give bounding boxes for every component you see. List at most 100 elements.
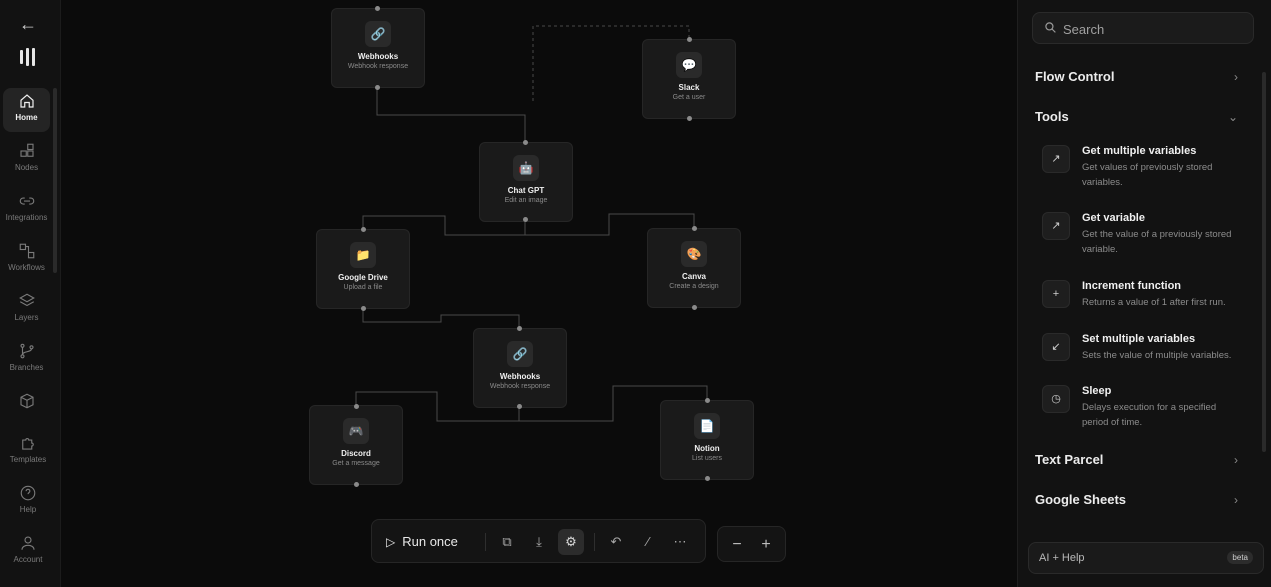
sidebar-item-label: Layers bbox=[14, 313, 39, 322]
sidebar-item-label: Integrations bbox=[5, 213, 48, 222]
run-once-button[interactable]: ▷ Run once bbox=[386, 531, 458, 553]
search-input[interactable] bbox=[1063, 19, 1243, 39]
tool-title: Get variable bbox=[1082, 212, 1145, 224]
ai-help-button[interactable]: AI + Help beta bbox=[1028, 542, 1264, 574]
zoom-controls: − + bbox=[717, 526, 786, 562]
arrow-up-right-icon: ↗ bbox=[1042, 145, 1070, 173]
node-canva[interactable]: 🎨 Canva Create a design bbox=[647, 228, 741, 308]
connector-handle[interactable] bbox=[705, 398, 710, 403]
undo-icon[interactable]: ↶ bbox=[603, 529, 629, 555]
link-icon bbox=[19, 197, 34, 205]
node-title: Canva bbox=[681, 272, 706, 281]
connector-handle[interactable] bbox=[375, 85, 380, 90]
arrow-left-icon[interactable]: ← bbox=[16, 13, 40, 35]
link-icon: 🔗 bbox=[365, 21, 391, 47]
sidebar-item-branches[interactable]: Branches bbox=[3, 338, 50, 382]
sidebar-item-nodes[interactable]: Nodes bbox=[3, 138, 50, 182]
sidebar-item-account[interactable]: Account bbox=[6, 534, 50, 564]
connector-handle[interactable] bbox=[523, 217, 528, 222]
folder-icon: 📁 bbox=[350, 242, 376, 268]
node-title: Chat GPT bbox=[507, 186, 545, 195]
download-icon[interactable]: ⤓ bbox=[526, 529, 552, 555]
connector-handle[interactable] bbox=[687, 116, 692, 121]
link-icon: 🔗 bbox=[507, 341, 533, 367]
workflow-canvas[interactable]: 🔗 Webhooks Webhook response 💬 Slack Get … bbox=[62, 0, 1017, 587]
magic-wand-icon[interactable]: ⁄ bbox=[635, 529, 661, 555]
section-label: Tools bbox=[1035, 109, 1069, 124]
palette-icon: 🎨 bbox=[681, 241, 707, 267]
node-discord[interactable]: 🎮 Discord Get a message bbox=[309, 405, 403, 485]
bars-logo-icon bbox=[18, 46, 40, 68]
robot-icon: 🤖 bbox=[513, 155, 539, 181]
node-subtitle: List users bbox=[692, 455, 722, 462]
bottom-toolbar: ▷ Run once ⧉ ⤓ ⚙ ↶ ⁄ ⋯ bbox=[371, 519, 706, 563]
connector-handle[interactable] bbox=[705, 476, 710, 481]
sidebar-item-workflows[interactable]: Workflows bbox=[3, 238, 50, 282]
tool-description: Delays execution for a specified period … bbox=[1082, 402, 1217, 428]
left-sidebar: ← Home Nodes Integrations Workflows Laye… bbox=[0, 0, 61, 587]
sidebar-item-label: Help bbox=[19, 505, 37, 514]
sidebar-item-templates[interactable]: Templates bbox=[6, 434, 50, 464]
connector-handle[interactable] bbox=[517, 404, 522, 409]
node-subtitle: Get a message bbox=[332, 460, 380, 467]
node-notion[interactable]: 📄 Notion List users bbox=[660, 400, 754, 480]
puzzle-icon bbox=[22, 438, 34, 450]
arrow-down-left-icon: ↙ bbox=[1042, 333, 1070, 361]
sidebar-item-integrations[interactable]: Integrations bbox=[3, 188, 50, 232]
sidebar-scrollbar[interactable] bbox=[53, 88, 57, 273]
section-label: Flow Control bbox=[1035, 69, 1115, 84]
section-label: Google Sheets bbox=[1035, 492, 1127, 507]
node-title: Webhooks bbox=[357, 52, 399, 61]
section-flow-control[interactable]: Flow Control › bbox=[1035, 67, 1238, 87]
tool-description: Get values of previously stored variable… bbox=[1082, 162, 1213, 188]
tool-title: Set multiple variables bbox=[1082, 333, 1196, 345]
sidebar-item-help[interactable]: Help bbox=[6, 484, 50, 514]
tool-title: Get multiple variables bbox=[1082, 145, 1197, 157]
plus-icon: + bbox=[1042, 280, 1070, 308]
sidebar-item-label: Account bbox=[13, 555, 43, 564]
node-title: Webhooks bbox=[499, 372, 541, 381]
panel-scrollbar[interactable] bbox=[1262, 72, 1266, 452]
node-slack[interactable]: 💬 Slack Get a user bbox=[642, 39, 736, 119]
connector-handle[interactable] bbox=[692, 305, 697, 310]
ai-help-label: AI + Help bbox=[1039, 552, 1085, 564]
connector-handle[interactable] bbox=[692, 226, 697, 231]
node-chat-gpt[interactable]: 🤖 Chat GPT Edit an image bbox=[479, 142, 573, 222]
connector-handle[interactable] bbox=[354, 482, 359, 487]
section-google-sheets[interactable]: Google Sheets › bbox=[1035, 490, 1238, 510]
node-subtitle: Get a user bbox=[672, 94, 706, 101]
connector-handle[interactable] bbox=[361, 306, 366, 311]
sidebar-item-layers[interactable]: Layers bbox=[3, 288, 50, 332]
clock-icon: ◷ bbox=[1042, 385, 1070, 413]
copy-icon[interactable]: ⧉ bbox=[494, 529, 520, 555]
sidebar-item-label: Templates bbox=[9, 455, 47, 464]
settings-icon[interactable]: ⚙ bbox=[558, 529, 584, 555]
connector-handle[interactable] bbox=[687, 37, 692, 42]
node-title: Notion bbox=[694, 444, 720, 453]
sidebar-item-cube[interactable] bbox=[3, 388, 50, 414]
more-icon[interactable]: ⋯ bbox=[667, 529, 693, 555]
layers-icon bbox=[18, 293, 35, 307]
connector-handle[interactable] bbox=[361, 227, 366, 232]
workflow-icon bbox=[19, 243, 34, 259]
node-webhooks[interactable]: 🔗 Webhooks Webhook response bbox=[331, 8, 425, 88]
branch-icon bbox=[19, 343, 34, 359]
node-google-drive[interactable]: 📁 Google Drive Upload a file bbox=[316, 229, 410, 309]
node-subtitle: Edit an image bbox=[504, 197, 548, 204]
connector-handle[interactable] bbox=[517, 326, 522, 331]
zoom-out-button[interactable]: − bbox=[727, 535, 747, 555]
node-webhooks-2[interactable]: 🔗 Webhooks Webhook response bbox=[473, 328, 567, 408]
node-title: Google Drive bbox=[338, 273, 388, 282]
sidebar-item-home[interactable]: Home bbox=[3, 88, 50, 132]
connector-handle[interactable] bbox=[375, 6, 380, 11]
zoom-in-button[interactable]: + bbox=[756, 535, 776, 555]
section-text-parcel[interactable]: Text Parcel › bbox=[1035, 450, 1238, 470]
home-icon bbox=[19, 94, 34, 108]
connector-handle[interactable] bbox=[523, 140, 528, 145]
chevron-right-icon: › bbox=[1234, 453, 1238, 467]
connector-handle[interactable] bbox=[354, 404, 359, 409]
node-library-panel: Flow Control › Tools ⌄ ↗ Get multiple va… bbox=[1017, 0, 1271, 587]
search-icon bbox=[1044, 21, 1058, 35]
section-tools[interactable]: Tools ⌄ bbox=[1035, 107, 1238, 127]
tool-description: Sets the value of multiple variables. bbox=[1082, 350, 1232, 361]
